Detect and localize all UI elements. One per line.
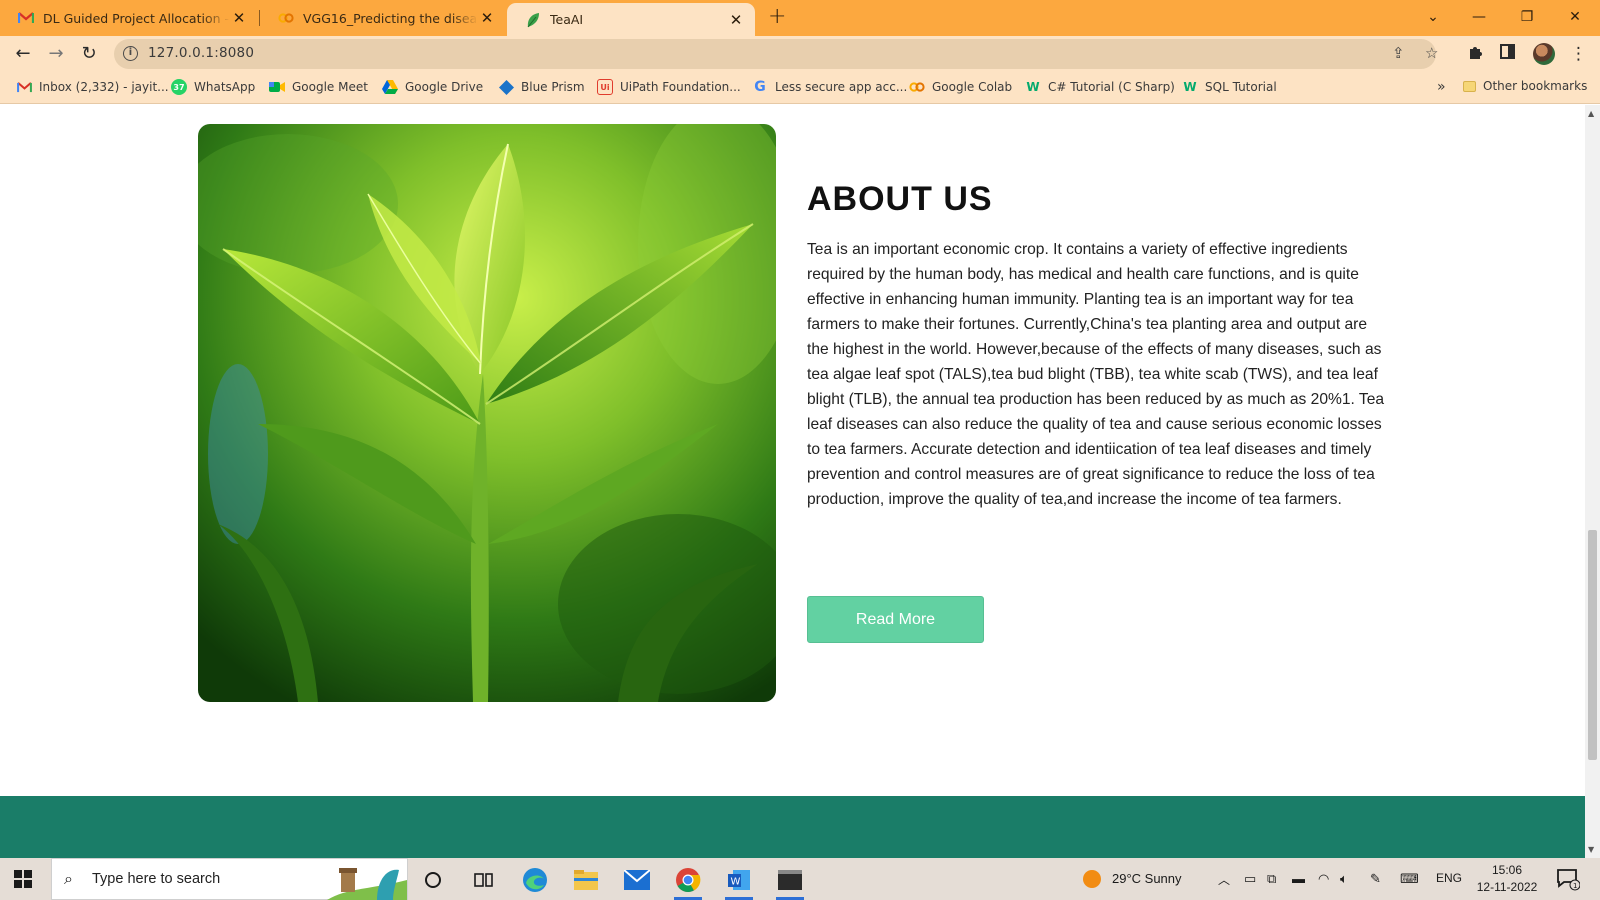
notification-count: 1 [1573, 882, 1577, 890]
footer-band [0, 796, 1585, 858]
search-placeholder: Type here to search [92, 871, 221, 887]
scroll-down-arrow-icon[interactable]: ▼ [1588, 845, 1594, 854]
read-more-button[interactable]: Read More [807, 596, 984, 643]
other-bookmarks[interactable]: Other bookmarks [1463, 79, 1587, 93]
about-heading: ABOUT US [807, 180, 993, 218]
bookmark-blue-prism[interactable]: Blue Prism [498, 79, 585, 95]
tab-title: DL Guided Project Allocation - ja [43, 10, 230, 26]
address-bar[interactable]: i 127.0.0.1:8080 ⇪ ☆ [114, 39, 1438, 69]
blue-prism-icon [498, 79, 514, 95]
svg-text:W: W [731, 877, 741, 888]
tab-title: TeaAI [550, 12, 584, 27]
windows-taskbar: ⌕ Type here to search W 29°C Sunny ︿ ▭ ⧉… [0, 858, 1600, 900]
bookmark-star-icon[interactable]: ☆ [1425, 44, 1438, 62]
w3schools-icon: W [1183, 80, 1197, 94]
close-icon[interactable]: ✕ [478, 9, 496, 27]
weather-sun-icon[interactable] [1082, 869, 1102, 892]
new-tab-plus-icon[interactable]: + [768, 4, 786, 29]
side-panel-icon[interactable] [1500, 44, 1515, 64]
cortana-circle-icon[interactable] [413, 863, 453, 897]
bookmarks-overflow-chevron[interactable]: » [1437, 79, 1446, 95]
browser-menu-kebab-icon[interactable]: ⋮ [1570, 44, 1587, 64]
minimize-icon[interactable]: — [1456, 0, 1502, 34]
bookmarks-bar: Inbox (2,332) - jayit... 37 WhatsApp Goo… [0, 72, 1600, 104]
bookmark-uipath[interactable]: Ui UiPath Foundation... [597, 79, 741, 95]
chrome-icon[interactable] [668, 863, 708, 900]
restore-icon[interactable]: ❐ [1504, 0, 1550, 34]
show-hidden-icons-chevron-icon[interactable]: ︿ [1218, 871, 1230, 888]
colab-icon [909, 79, 925, 95]
tab-title: VGG16_Predicting the disease in T [303, 10, 478, 26]
gmail-icon [18, 10, 34, 26]
bookmark-google-drive[interactable]: Google Drive [382, 79, 483, 95]
profile-avatar[interactable] [1533, 43, 1555, 65]
speaker-icon[interactable]: 🔈︎ [1340, 871, 1348, 887]
close-icon[interactable]: ✕ [727, 11, 745, 29]
tea-leaves-image [198, 124, 776, 702]
google-icon: G [754, 79, 766, 95]
touch-keyboard-icon[interactable]: ⌨ [1400, 871, 1419, 887]
gmail-icon [16, 79, 32, 95]
search-highlight-illustration [327, 868, 407, 900]
browser-tab-strip: DL Guided Project Allocation - ja ✕ VGG1… [0, 0, 1600, 36]
word-icon[interactable]: W [719, 863, 759, 900]
bookmark-whatsapp[interactable]: 37 WhatsApp [171, 79, 255, 95]
meet-now-icon[interactable]: ▭ [1244, 871, 1256, 887]
bookmark-google-meet[interactable]: Google Meet [269, 79, 368, 95]
bookmark-less-secure[interactable]: G Less secure app acc... [752, 79, 907, 95]
google-meet-icon [269, 79, 285, 95]
weather-text[interactable]: 29°C Sunny [1112, 871, 1182, 886]
browser-toolbar: ← → ↻ i 127.0.0.1:8080 ⇪ ☆ ⋮ [0, 36, 1600, 72]
system-clock[interactable]: 15:06 12-11-2022 [1472, 862, 1542, 896]
window-close-icon[interactable]: ✕ [1552, 0, 1598, 34]
bookmark-google-colab[interactable]: Google Colab [909, 79, 1012, 95]
search-icon: ⌕ [64, 869, 73, 888]
screen-capture-icon[interactable]: ⧉ [1267, 871, 1276, 887]
reload-icon[interactable]: ↻ [77, 42, 101, 66]
colab-icon [278, 10, 294, 26]
tab-teaai[interactable]: TeaAI ✕ [507, 3, 755, 36]
terminal-icon[interactable] [770, 863, 810, 900]
tab-dl-guided-project[interactable]: DL Guided Project Allocation - ja ✕ [0, 0, 258, 36]
tab-search-chevron-icon[interactable]: ⌄ [1410, 0, 1456, 34]
mail-icon[interactable] [617, 863, 657, 897]
tab-vgg16-colab[interactable]: VGG16_Predicting the disease in T ✕ [260, 0, 506, 36]
bookmark-sql-tutorial[interactable]: W SQL Tutorial [1182, 79, 1276, 95]
clock-date: 12-11-2022 [1476, 880, 1538, 894]
about-section: ABOUT US Tea is an important economic cr… [807, 180, 1387, 512]
battery-icon[interactable]: ▬ [1292, 871, 1305, 886]
windows-start-icon[interactable] [14, 870, 32, 892]
wifi-icon[interactable]: ◠ [1318, 871, 1329, 887]
back-arrow-icon[interactable]: ← [11, 42, 35, 66]
folder-icon [1463, 80, 1476, 92]
site-info-icon[interactable]: i [123, 46, 138, 61]
input-language[interactable]: ENG [1436, 871, 1462, 885]
pen-icon[interactable]: ✎ [1370, 871, 1381, 887]
google-drive-icon [382, 79, 398, 95]
task-view-icon[interactable] [464, 863, 504, 897]
edge-browser-icon[interactable] [515, 863, 555, 897]
bookmark-csharp-tutorial[interactable]: W C# Tutorial (C Sharp) [1025, 79, 1175, 95]
web-page: ABOUT US Tea is an important economic cr… [0, 105, 1585, 858]
leaf-icon [525, 12, 541, 28]
forward-arrow-icon[interactable]: → [44, 42, 68, 66]
file-explorer-icon[interactable] [566, 863, 606, 897]
page-scrollbar[interactable]: ▲ ▼ [1585, 105, 1600, 858]
url-text[interactable]: 127.0.0.1:8080 [148, 45, 254, 61]
bookmark-inbox[interactable]: Inbox (2,332) - jayit... [16, 79, 169, 95]
share-icon[interactable]: ⇪ [1392, 44, 1405, 62]
extensions-puzzle-icon[interactable] [1467, 44, 1483, 65]
clock-time: 15:06 [1491, 863, 1523, 877]
about-paragraph: Tea is an important economic crop. It co… [807, 241, 1385, 508]
w3schools-icon: W [1026, 80, 1040, 94]
uipath-icon: Ui [597, 79, 613, 95]
whatsapp-icon: 37 [171, 79, 187, 95]
scroll-up-arrow-icon[interactable]: ▲ [1588, 109, 1594, 118]
notification-center-icon[interactable]: 1 [1556, 867, 1581, 894]
close-icon[interactable]: ✕ [230, 9, 248, 27]
taskbar-search-box[interactable]: ⌕ Type here to search [51, 858, 408, 900]
scrollbar-thumb[interactable] [1588, 530, 1597, 760]
